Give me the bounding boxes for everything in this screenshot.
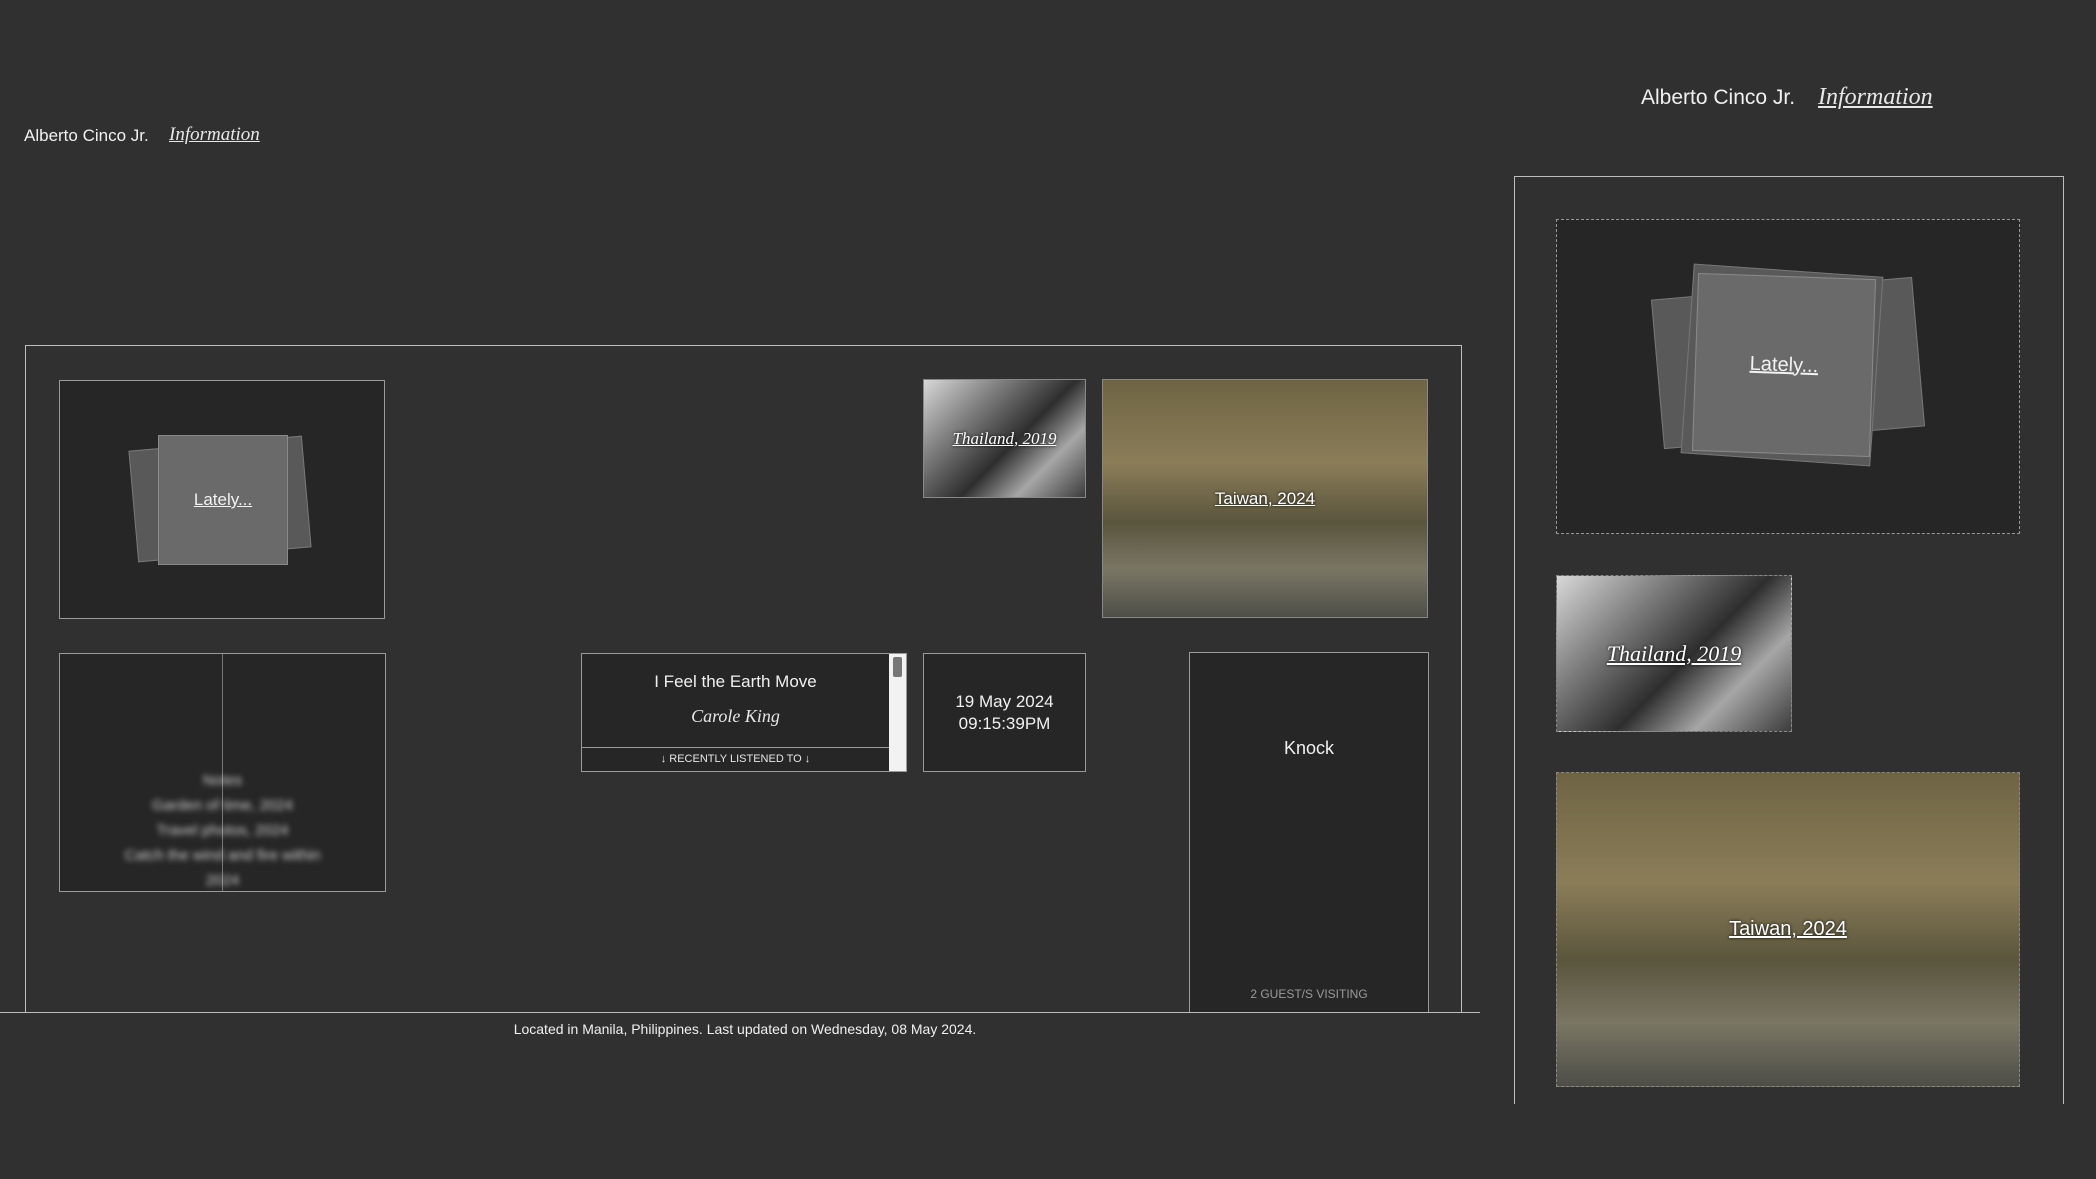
site-owner-name-right: Alberto Cinco Jr. [1641,86,1796,109]
footer-text: Located in Manila, Philippines. Last upd… [513,1021,977,1037]
notes-card[interactable]: Notes Garden of time, 2024 Travel photos… [59,653,386,892]
notes-line: Catch the wind and fire within [124,847,321,864]
photo-thailand-label-right[interactable]: Thailand, 2019 [1557,641,1791,667]
now-playing-card[interactable]: I Feel the Earth Move Carole King ↓ RECE… [581,653,907,772]
lately-link-right[interactable]: Lately... [1749,352,1818,377]
photo-taiwan-label[interactable]: Taiwan, 2024 [1103,489,1427,509]
notes-line: Notes [202,772,243,789]
information-link[interactable]: Information [169,124,260,146]
photo-taiwan-label-right[interactable]: Taiwan, 2024 [1557,918,2019,941]
site-owner-name: Alberto Cinco Jr. [24,126,149,145]
knock-card[interactable]: Knock 2 GUEST/S VISITING [1189,652,1429,1012]
notes-list: Notes Garden of time, 2024 Travel photos… [60,768,385,893]
knock-button[interactable]: Knock [1190,738,1428,759]
lately-card-right[interactable]: Lately... [1556,219,2020,534]
song-title: I Feel the Earth Move [654,672,817,691]
notes-line: 2024 [205,872,240,889]
scrollbar-thumb[interactable] [893,657,902,677]
photo-taiwan[interactable]: Taiwan, 2024 [1102,379,1428,618]
lately-card[interactable]: Lately... [59,380,385,619]
photo-thailand-right[interactable]: Thailand, 2019 [1556,575,1792,732]
notes-line: Travel photos, 2024 [156,822,289,839]
guests-visiting: 2 GUEST/S VISITING [1250,987,1368,1001]
clock-card: 19 May 2024 09:15:39PM [923,653,1086,772]
photo-taiwan-right[interactable]: Taiwan, 2024 [1556,772,2020,1087]
photo-thailand[interactable]: Thailand, 2019 [923,379,1086,498]
information-link-right[interactable]: Information [1818,84,1933,111]
photo-thailand-label[interactable]: Thailand, 2019 [924,429,1085,449]
now-playing-info: I Feel the Earth Move Carole King [582,654,889,747]
lately-front-tile-right[interactable]: Lately... [1691,272,1877,458]
clock-time: 09:15:39PM [958,713,1051,733]
scrollbar-track[interactable] [889,654,906,771]
lately-front-tile[interactable]: Lately... [158,435,288,565]
notes-line: Garden of time, 2024 [152,797,293,814]
lately-link[interactable]: Lately... [194,490,252,510]
clock-date: 19 May 2024 [955,691,1054,711]
footer-rule [0,1012,1480,1013]
recently-listened-caption: ↓ RECENTLY LISTENED TO ↓ [582,747,889,771]
song-artist: Carole King [691,706,780,726]
